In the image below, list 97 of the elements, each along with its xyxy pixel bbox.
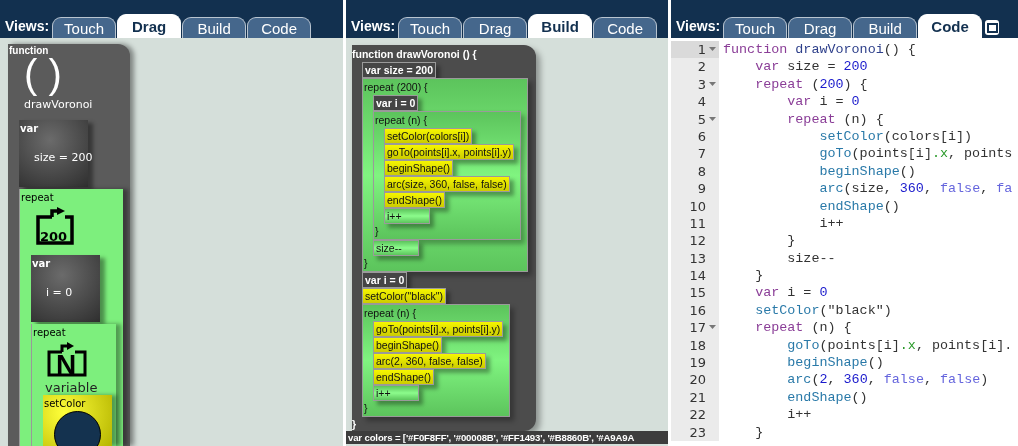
statement-block[interactable]: size-- xyxy=(373,240,419,256)
closing-brace: } xyxy=(352,417,357,431)
block-label: setColor xyxy=(44,398,86,409)
call-block[interactable]: setColor("black") xyxy=(362,288,447,304)
view-tab[interactable]: Drag xyxy=(117,14,182,38)
line-number: 14 xyxy=(671,267,719,285)
code-line: i++ xyxy=(786,406,812,424)
fold-arrow-icon[interactable] xyxy=(709,116,716,122)
code-line: goTo(points[i].x, points xyxy=(818,145,1013,163)
repeat-caption: variable xyxy=(45,381,98,394)
call-block[interactable]: goTo(points[i].x, points[i].y) xyxy=(373,321,504,337)
view-tab[interactable]: Build xyxy=(528,14,593,38)
function-name: drawVoronoi xyxy=(24,98,93,111)
view-tab[interactable]: Drag xyxy=(463,17,528,38)
block-label: var xyxy=(20,123,40,134)
function-block[interactable] xyxy=(352,45,537,431)
block-label: var xyxy=(32,258,52,269)
statement-block[interactable]: i++ xyxy=(373,385,419,401)
code-line: repeat (200) { xyxy=(754,75,868,94)
call-block[interactable]: beginShape() xyxy=(384,160,454,176)
line-number: 4 xyxy=(671,93,719,111)
view-tab[interactable]: Touch xyxy=(52,17,117,38)
repeat-header: repeat (n) { xyxy=(374,113,427,128)
block-label: repeat xyxy=(33,327,66,338)
code-line: var i = 0 xyxy=(786,93,860,111)
var-block[interactable]: var i = 0 xyxy=(31,255,100,322)
repeat-block[interactable]: repeat (200) { var i = 0 repeat (n) { setColor(colors[i]) goTo(points[i].x, points[i].y) beginShape() arc(size, 360, false, false) endShape() i++ } size-- } xyxy=(362,78,529,272)
code-line: repeat (n) { xyxy=(786,110,884,128)
repeat-block[interactable]: repeat N variable setColor xyxy=(31,324,116,446)
line-number: 7 xyxy=(671,145,719,163)
views-label: Views: xyxy=(5,18,50,36)
fold-arrow-icon[interactable] xyxy=(709,81,716,87)
view-tab[interactable]: Build xyxy=(853,17,918,38)
line-number: 17 xyxy=(671,319,719,337)
view-tab[interactable]: Touch xyxy=(398,17,463,38)
code-line: } xyxy=(754,267,764,285)
var-block[interactable]: var i = 0 xyxy=(373,95,419,111)
view-tab[interactable]: Build xyxy=(182,17,247,38)
repeat-block[interactable]: repeat (n) { goTo(points[i].x, points[i].y) beginShape() arc(2, 360, false, false) endShape() i++ } xyxy=(362,304,511,417)
code-line: var i = 0 xyxy=(754,284,828,302)
code-line: endShape() xyxy=(818,197,900,215)
repeat-block[interactable]: repeat 200 var i = 0 repeat N variable setColor xyxy=(19,189,123,446)
code-line: setColor("black") xyxy=(754,301,892,320)
colors-declaration[interactable]: var colors = ['#F0F8FF', '#00008B', '#FF1493', '#B8860B', '#A9A9A xyxy=(346,431,668,444)
code-line: endShape() xyxy=(786,388,868,407)
views-label: Views: xyxy=(676,18,721,36)
view-tab[interactable]: Touch xyxy=(723,17,788,38)
closing-brace: } xyxy=(374,224,379,239)
code-line: beginShape() xyxy=(786,354,884,372)
view-tab[interactable]: Code xyxy=(918,14,983,38)
line-number: 2 xyxy=(671,58,719,76)
line-number: 12 xyxy=(671,232,719,250)
line-number: 20 xyxy=(671,371,719,389)
statement-block[interactable]: i++ xyxy=(384,208,430,224)
call-block[interactable]: goTo(points[i].x, points[i].y) xyxy=(384,144,515,160)
function-header: function drawVoronoi () { xyxy=(352,47,477,62)
code-line: setColor(colors[i]) xyxy=(818,127,973,146)
fold-arrow-icon[interactable] xyxy=(709,325,716,331)
function-block[interactable]: function ( ) drawVoronoi var size = 200 repeat 200 var i = 0 repeat N variable setColor xyxy=(8,44,130,446)
call-block[interactable]: arc(size, 360, false, false) xyxy=(384,176,510,192)
repeat-header: repeat (n) { xyxy=(363,306,416,321)
line-number: 19 xyxy=(671,354,719,372)
fold-arrow-icon[interactable] xyxy=(709,47,716,53)
code-line: arc(size, 360, false, fa xyxy=(818,180,1013,198)
code-line: size-- xyxy=(786,249,836,268)
call-block[interactable]: endShape() xyxy=(384,192,445,208)
code-line: goTo(points[i].x, points[i]. xyxy=(786,336,1013,355)
code-line: i++ xyxy=(818,214,844,233)
block-label: repeat xyxy=(21,192,54,203)
view-tab[interactable]: Code xyxy=(593,17,658,38)
view-tab[interactable]: Code xyxy=(247,17,312,38)
closing-brace: } xyxy=(363,256,368,271)
var-block[interactable]: var i = 0 xyxy=(362,272,408,288)
call-block[interactable]: setColor(colors[i]) xyxy=(384,128,473,144)
call-block[interactable]: beginShape() xyxy=(373,337,443,353)
views-label: Views: xyxy=(351,18,396,36)
code-line: } xyxy=(754,423,764,441)
line-number: 9 xyxy=(671,180,719,198)
window-icon[interactable] xyxy=(984,19,1000,35)
line-number: 1 xyxy=(671,41,719,59)
line-number: 22 xyxy=(671,406,719,424)
var-assignment: i = 0 xyxy=(46,286,74,299)
var-block[interactable]: var size = 200 xyxy=(362,62,436,78)
call-block[interactable]: endShape() xyxy=(373,369,434,385)
line-number: 15 xyxy=(671,284,719,302)
code-line: beginShape() xyxy=(818,162,916,181)
set-color-block[interactable]: setColor xyxy=(43,395,112,446)
view-tab[interactable]: Drag xyxy=(788,17,853,38)
code-line: repeat (n) { xyxy=(754,319,852,337)
code-line: function drawVoronoi() { xyxy=(722,41,916,59)
block-label: function xyxy=(9,45,49,56)
repeat-header: repeat (200) { xyxy=(363,80,428,95)
code-line: } xyxy=(786,232,796,250)
code-line: arc(2, 360, false, false) xyxy=(786,371,989,389)
closing-brace: } xyxy=(363,401,368,416)
call-block[interactable]: arc(2, 360, false, false) xyxy=(373,353,486,369)
code-line: var size = 200 xyxy=(754,58,868,76)
